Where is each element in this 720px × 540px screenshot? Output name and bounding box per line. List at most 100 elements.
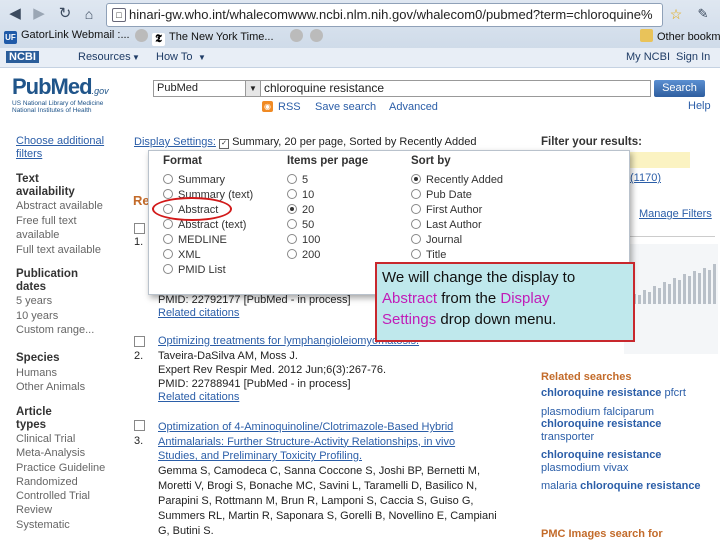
star-icon[interactable]: ☆ xyxy=(667,6,685,22)
result-authors-2: Taveira-DaSilva AM, Moss J. xyxy=(158,350,298,362)
items-20[interactable]: 20 xyxy=(287,204,314,216)
year-bar xyxy=(698,273,701,304)
result-number-2: 2. xyxy=(134,350,144,362)
year-bar xyxy=(648,292,651,304)
sort-journal[interactable]: Journal xyxy=(411,234,462,246)
display-settings-summary: Summary, 20 per page, Sorted by Recently… xyxy=(232,136,477,148)
chevron-down-icon: ▼ xyxy=(198,53,206,62)
globe-icon xyxy=(310,29,323,42)
filter-humans[interactable]: Humans xyxy=(16,366,116,381)
sort-pub-date[interactable]: Pub Date xyxy=(411,189,472,201)
results-count[interactable]: (1170) xyxy=(630,172,661,184)
filter-results-heading: Filter your results: xyxy=(541,136,642,148)
rss-icon: ◉ xyxy=(262,101,273,112)
year-bar xyxy=(693,271,696,304)
format-medline[interactable]: MEDLINE xyxy=(163,234,227,246)
year-bar xyxy=(658,288,661,304)
format-pmid-list[interactable]: PMID List xyxy=(163,264,226,276)
filter-practice-guideline[interactable]: Practice Guideline xyxy=(16,461,116,475)
filter-meta-analysis[interactable]: Meta-Analysis xyxy=(16,446,116,460)
filter-other-animals[interactable]: Other Animals xyxy=(16,380,116,395)
database-select[interactable]: PubMed ▼ xyxy=(153,80,261,97)
format-abstract-text[interactable]: Abstract (text) xyxy=(163,219,246,231)
search-button[interactable]: Search xyxy=(654,80,705,97)
globe-icon xyxy=(290,29,303,42)
gatorlink-icon: UF xyxy=(4,31,17,44)
items-5[interactable]: 5 xyxy=(287,174,308,186)
wrench-icon[interactable]: ✎ xyxy=(694,6,712,22)
items-200[interactable]: 200 xyxy=(287,249,320,261)
choose-filters-link[interactable]: Choose additional filters xyxy=(16,135,116,161)
result-title-3[interactable]: Optimization of 4-Aminoquinoline/Clotrim… xyxy=(158,420,455,464)
year-bar xyxy=(663,282,666,304)
filter-clinical-trial[interactable]: Clinical Trial xyxy=(16,432,116,446)
filter-10-years[interactable]: 10 years xyxy=(16,309,116,324)
related-citations-2[interactable]: Related citations xyxy=(158,391,239,403)
help-link[interactable]: Help xyxy=(688,100,711,112)
result-source-2: Expert Rev Respir Med. 2012 Jun;6(3):267… xyxy=(158,364,387,376)
chevron-down-icon[interactable]: ✓ xyxy=(219,139,229,149)
related-citations-1[interactable]: Related citations xyxy=(158,307,239,319)
result-checkbox-1[interactable] xyxy=(134,223,145,234)
filter-free-full-text[interactable]: Free full text available xyxy=(16,214,86,243)
filter-custom-range[interactable]: Custom range... xyxy=(16,323,116,338)
filter-rct[interactable]: Randomized Controlled Trial xyxy=(16,475,112,504)
items-50[interactable]: 50 xyxy=(287,219,314,231)
bookmark-nytimes[interactable]: 𝕿 The New York Time... xyxy=(135,29,274,46)
resources-menu[interactable]: Resources xyxy=(78,51,131,63)
filter-5-years[interactable]: 5 years xyxy=(16,294,116,309)
year-bar xyxy=(708,270,711,304)
filter-systematic[interactable]: Systematic xyxy=(16,518,116,532)
signin-link[interactable]: Sign In xyxy=(676,51,710,63)
advanced-link[interactable]: Advanced xyxy=(389,101,438,113)
filter-abstract-available[interactable]: Abstract available xyxy=(16,199,116,214)
bookmark-blank-2[interactable] xyxy=(310,29,327,43)
back-icon[interactable]: ◀ xyxy=(6,6,24,22)
sort-last-author[interactable]: Last Author xyxy=(411,219,482,231)
filter-full-text[interactable]: Full text available xyxy=(16,243,116,258)
related-searches-list: chloroquine resistance pfcrt plasmodium … xyxy=(541,387,719,493)
ncbi-logo[interactable]: NCBI xyxy=(6,51,39,63)
home-icon[interactable]: ⌂ xyxy=(80,6,98,22)
howto-menu[interactable]: How To xyxy=(156,51,192,63)
related-search-2[interactable]: plasmodium falciparum chloroquine resist… xyxy=(541,406,719,444)
search-input[interactable]: chloroquine resistance xyxy=(260,80,651,97)
result-checkbox-3[interactable] xyxy=(134,420,145,431)
items-100[interactable]: 100 xyxy=(287,234,320,246)
format-summary[interactable]: Summary xyxy=(163,174,225,186)
reload-icon[interactable]: ↻ xyxy=(56,6,74,22)
sort-title[interactable]: Title xyxy=(411,249,446,261)
instruction-callout: We will change the display to Abstract f… xyxy=(375,262,635,342)
pubmed-logo[interactable]: PubMed.gov US National Library of Medici… xyxy=(12,74,109,114)
display-settings-link[interactable]: Display Settings: xyxy=(134,136,216,148)
year-bar xyxy=(643,290,646,304)
filter-review[interactable]: Review xyxy=(16,503,116,517)
abstract-highlight-circle xyxy=(152,197,232,221)
related-search-3[interactable]: chloroquine resistance plasmodium vivax xyxy=(541,449,719,474)
myncbi-link[interactable]: My NCBI xyxy=(626,51,670,63)
bookmark-blank-1[interactable] xyxy=(290,29,307,43)
sort-first-author[interactable]: First Author xyxy=(411,204,482,216)
pub-dates-filter: Publication dates 5 years 10 years Custo… xyxy=(16,268,116,338)
result-number-1: 1. xyxy=(134,236,144,248)
result-pmid-1: PMID: 22792177 [PubMed - in process] xyxy=(158,294,351,306)
forward-icon[interactable]: ▶ xyxy=(30,6,48,22)
sort-recently-added[interactable]: Recently Added xyxy=(411,174,503,186)
year-bar xyxy=(668,284,671,304)
results-by-year-graph[interactable] xyxy=(624,244,718,354)
related-search-1[interactable]: chloroquine resistance pfcrt xyxy=(541,387,719,400)
format-xml[interactable]: XML xyxy=(163,249,201,261)
rss-link[interactable]: RSS xyxy=(278,101,301,113)
items-10[interactable]: 10 xyxy=(287,189,314,201)
result-authors-3: Gemma S, Camodeca C, Sanna Coccone S, Jo… xyxy=(158,465,497,537)
related-search-4[interactable]: malaria chloroquine resistance xyxy=(541,480,719,493)
result-checkbox-2[interactable] xyxy=(134,336,145,347)
address-bar[interactable]: □ hinari-gw.who.int/whalecomwww.ncbi.nlm… xyxy=(106,3,663,27)
bookmarks-bar: UF GatorLink Webmail :... 𝕿 The New York T… xyxy=(0,26,720,47)
save-search-link[interactable]: Save search xyxy=(315,101,376,113)
year-bar xyxy=(683,274,686,304)
year-bar xyxy=(673,278,676,304)
bookmark-gatorlink[interactable]: UF GatorLink Webmail :... xyxy=(4,29,130,44)
manage-filters-link[interactable]: Manage Filters xyxy=(639,208,712,220)
other-bookmarks[interactable]: Other bookm xyxy=(640,29,720,43)
